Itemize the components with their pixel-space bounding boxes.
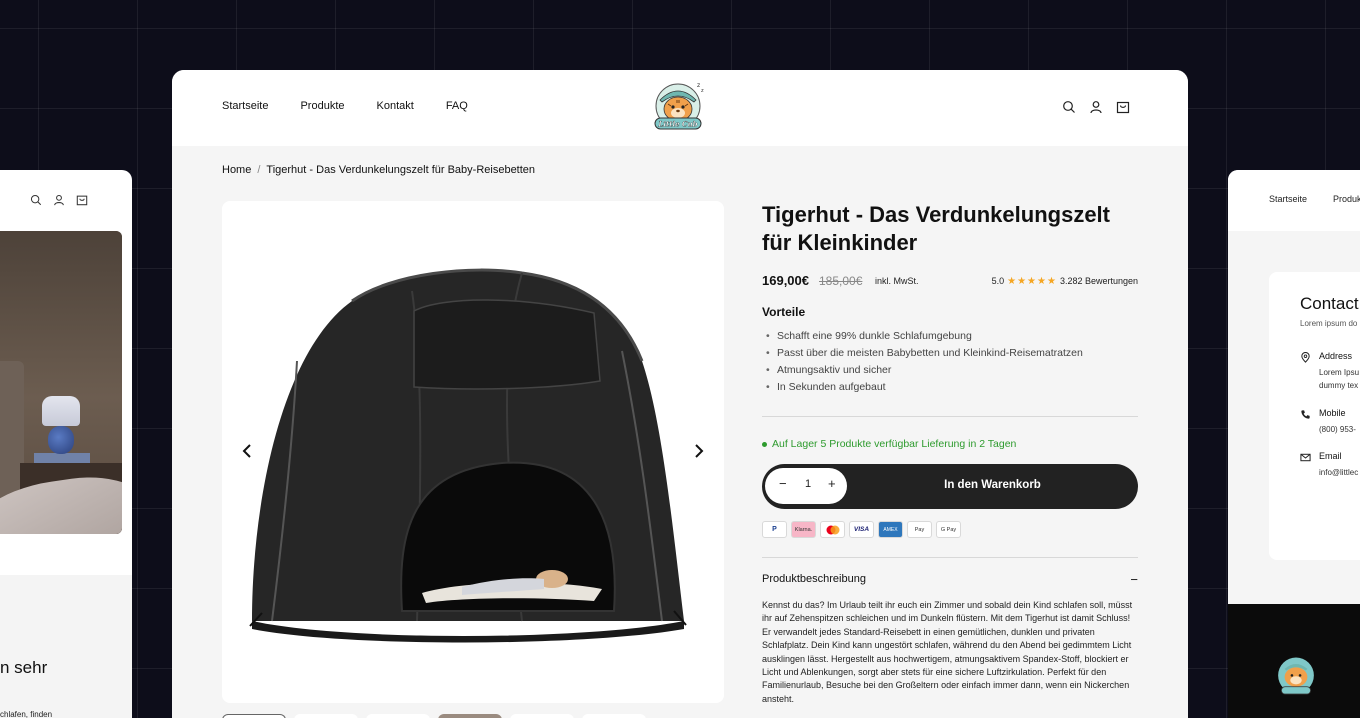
user-icon <box>54 194 64 206</box>
tax-note: inkl. MwSt. <box>875 276 919 286</box>
email-value: info@littlec <box>1319 468 1359 477</box>
product-description: Kennst du das? Im Urlaub teilt ihr euch … <box>762 600 1133 704</box>
email-label: Email <box>1319 451 1342 461</box>
product-title: Tigerhut - Das Verdunkelungszelt für Kle… <box>762 202 1110 255</box>
right-preview-card: Startseite Produk Contact Lorem ipsum do… <box>1228 170 1360 718</box>
search-icon <box>30 194 42 206</box>
gallery-prev-button[interactable] <box>238 441 258 461</box>
svg-text:Little Cub: Little Cub <box>657 120 697 129</box>
rating-count: 3.282 Bewertungen <box>1059 276 1138 286</box>
left-preview-card: n sehr chlafen, finden <box>0 170 132 718</box>
quantity-stepper: − 1 + <box>765 468 847 504</box>
apple-pay-icon: Pay <box>907 521 932 538</box>
phone-icon <box>1301 410 1310 419</box>
rating-value: 5.0 <box>991 276 1005 286</box>
stock-status: Auf Lager 5 Produkte verfügbar Lieferung… <box>762 438 1138 450</box>
nav-faq[interactable]: FAQ <box>446 100 468 112</box>
rating[interactable]: 5.0 ★★★★★ 3.282 Bewertungen <box>992 276 1138 287</box>
breadcrumb-home[interactable]: Home <box>222 164 251 176</box>
nav-kontakt[interactable]: Kontakt <box>377 100 414 112</box>
thumbnail[interactable] <box>222 714 286 718</box>
thumbnail[interactable] <box>366 714 430 718</box>
nav-produkte[interactable]: Produkte <box>300 100 344 112</box>
benefit-item: Atmungsaktiv und sicher <box>762 362 1138 379</box>
svg-text:z: z <box>701 88 704 94</box>
right-preview-footer <box>1228 604 1360 718</box>
breadcrumb: Home / Tigerhut - Das Verdunkelungszelt fü… <box>222 164 535 176</box>
mobile-value: (800) 953- <box>1319 425 1356 434</box>
price-row: 169,00€ 185,00€ inkl. MwSt. 5.0 ★★★★★ 3.28… <box>762 273 1138 293</box>
benefit-item: Schafft eine 99% dunkle Schlafumgebung <box>762 328 1138 345</box>
chevron-left-icon <box>242 444 251 458</box>
benefit-item: In Sekunden aufgebaut <box>762 379 1138 396</box>
add-to-cart-bar: − 1 + In den Warenkorb <box>762 464 1138 509</box>
right-preview-nav-startseite: Startseite <box>1269 194 1308 204</box>
visa-icon: VISA <box>849 521 874 538</box>
quantity-increase-button[interactable]: + <box>828 476 836 491</box>
search-button[interactable] <box>1062 100 1076 114</box>
chevron-right-icon <box>695 444 704 458</box>
google-pay-icon: G Pay <box>936 521 961 538</box>
nav-startseite[interactable]: Startseite <box>222 100 268 112</box>
breadcrumb-current: Tigerhut - Das Verdunkelungszelt für Bab… <box>266 164 536 176</box>
description-accordion-header[interactable]: Produktbeschreibung − <box>762 572 1138 587</box>
current-price: 169,00€ <box>762 273 809 288</box>
collapse-icon[interactable]: − <box>1130 572 1138 587</box>
thumbnail[interactable] <box>582 714 646 718</box>
klarna-icon: Klarna. <box>791 521 816 538</box>
header-icons <box>1062 100 1130 114</box>
mail-icon <box>1300 453 1311 462</box>
left-preview-header-icons <box>30 194 88 206</box>
cart-icon <box>1116 101 1130 114</box>
left-preview-snippet: chlafen, finden <box>0 710 53 718</box>
site-header: Startseite Produkte Kontakt FAQ z z Litt… <box>172 70 1188 146</box>
paypal-icon: P <box>762 521 787 538</box>
benefit-item: Passt über die meisten Babybetten und Kl… <box>762 345 1138 362</box>
thumbnail[interactable] <box>294 714 358 718</box>
address-label: Address <box>1319 351 1353 361</box>
address-value: Lorem Ipsu dummy tex <box>1319 368 1360 390</box>
product-info: Tigerhut - Das Verdunkelungszelt für Kle… <box>762 201 1138 706</box>
old-price: 185,00€ <box>819 274 863 288</box>
product-gallery <box>222 201 724 703</box>
thumbnail[interactable] <box>438 714 502 718</box>
benefits-list: Schafft eine 99% dunkle Schlafumgebung P… <box>762 328 1138 396</box>
contact-subtitle: Lorem ipsum do <box>1300 319 1358 328</box>
bedroom-image <box>0 231 122 534</box>
contact-title: Contact <box>1300 294 1359 313</box>
add-to-cart-button[interactable]: In den Warenkorb <box>847 479 1138 491</box>
product-image-tent <box>249 268 687 643</box>
little-cub-logo[interactable]: z z Little Cub <box>646 78 710 138</box>
thumbnail[interactable] <box>510 714 574 718</box>
mobile-label: Mobile <box>1319 408 1346 418</box>
divider <box>762 557 1138 558</box>
account-button[interactable] <box>1089 100 1103 114</box>
right-preview-nav: Startseite Produk <box>1228 170 1360 231</box>
location-icon <box>1301 352 1310 363</box>
left-preview-heading: n sehr <box>0 658 48 677</box>
gallery-next-button[interactable] <box>688 441 708 461</box>
quantity-decrease-button[interactable]: − <box>779 476 787 491</box>
description-heading: Produktbeschreibung <box>762 573 866 585</box>
benefits-heading: Vorteile <box>762 305 806 319</box>
contact-panel <box>1269 272 1360 560</box>
cart-icon <box>76 195 88 206</box>
payment-methods: P Klarna. VISA AMEX Pay G Pay <box>762 521 1138 538</box>
footer-logo-icon <box>1278 657 1314 695</box>
divider <box>762 416 1138 417</box>
amex-icon: AMEX <box>878 521 903 538</box>
quantity-value[interactable]: 1 <box>805 478 811 490</box>
cart-button[interactable] <box>1116 100 1130 114</box>
search-icon <box>1063 101 1075 113</box>
product-page-window: Startseite Produkte Kontakt FAQ z z Litt… <box>172 70 1188 718</box>
user-icon <box>1090 101 1102 114</box>
breadcrumb-separator: / <box>257 164 261 176</box>
rating-stars-icon: ★★★★★ <box>1007 276 1057 287</box>
svg-text:z: z <box>697 82 700 89</box>
main-nav: Startseite Produkte Kontakt FAQ <box>222 100 468 112</box>
right-preview-nav-produkte: Produk <box>1333 194 1360 204</box>
mastercard-icon <box>820 521 845 538</box>
gallery-thumbnails <box>222 714 646 718</box>
